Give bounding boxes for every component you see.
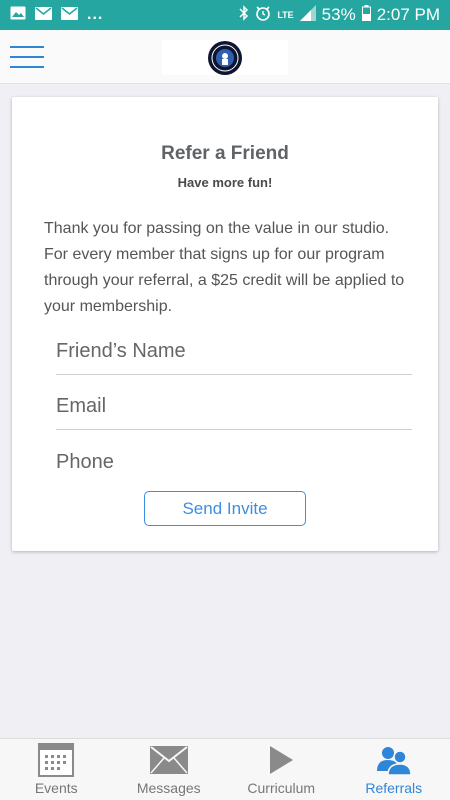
studio-logo [162, 40, 288, 75]
nav-item-curriculum[interactable]: Curriculum [225, 739, 338, 800]
envelope-icon [149, 743, 188, 777]
phone-field[interactable] [56, 439, 412, 485]
nav-item-events[interactable]: Events [0, 739, 113, 800]
alarm-icon [255, 5, 271, 26]
app-header [0, 30, 450, 84]
referral-description: Thank you for passing on the value in ou… [44, 220, 405, 315]
calendar-icon [38, 743, 75, 777]
users-icon [376, 743, 412, 777]
bottom-nav: Events Messages Curriculum Referrals [0, 738, 450, 800]
mail-icon [35, 5, 52, 25]
page-subtitle: Have more fun! [177, 175, 273, 190]
more-notifications: ... [87, 6, 104, 23]
nav-label-curriculum: Curriculum [247, 780, 316, 796]
status-bar: ... LTE 53% 2:07 PM [0, 0, 450, 30]
network-type: LTE [277, 10, 294, 20]
referral-card: Refer a Friend Have more fun! Thank you … [12, 97, 438, 551]
hamburger-menu-icon[interactable] [10, 46, 44, 68]
nav-item-messages[interactable]: Messages [113, 739, 226, 800]
image-icon [10, 5, 26, 25]
friend-name-field[interactable] [56, 329, 412, 375]
nav-item-referrals[interactable]: Referrals [338, 739, 450, 800]
signal-icon [299, 4, 316, 26]
nav-label-referrals: Referrals [365, 780, 423, 796]
send-invite-button[interactable]: Send Invite [144, 491, 306, 526]
email-field[interactable] [56, 384, 412, 430]
clock: 2:07 PM [376, 5, 440, 24]
nav-label-messages: Messages [136, 780, 201, 796]
nav-label-events: Events [34, 780, 78, 796]
battery-percent: 53% [321, 5, 356, 24]
page-title: Refer a Friend [161, 143, 289, 164]
mail-icon [61, 5, 78, 25]
play-icon [268, 743, 294, 777]
battery-icon [361, 4, 371, 26]
bluetooth-icon [239, 4, 249, 26]
